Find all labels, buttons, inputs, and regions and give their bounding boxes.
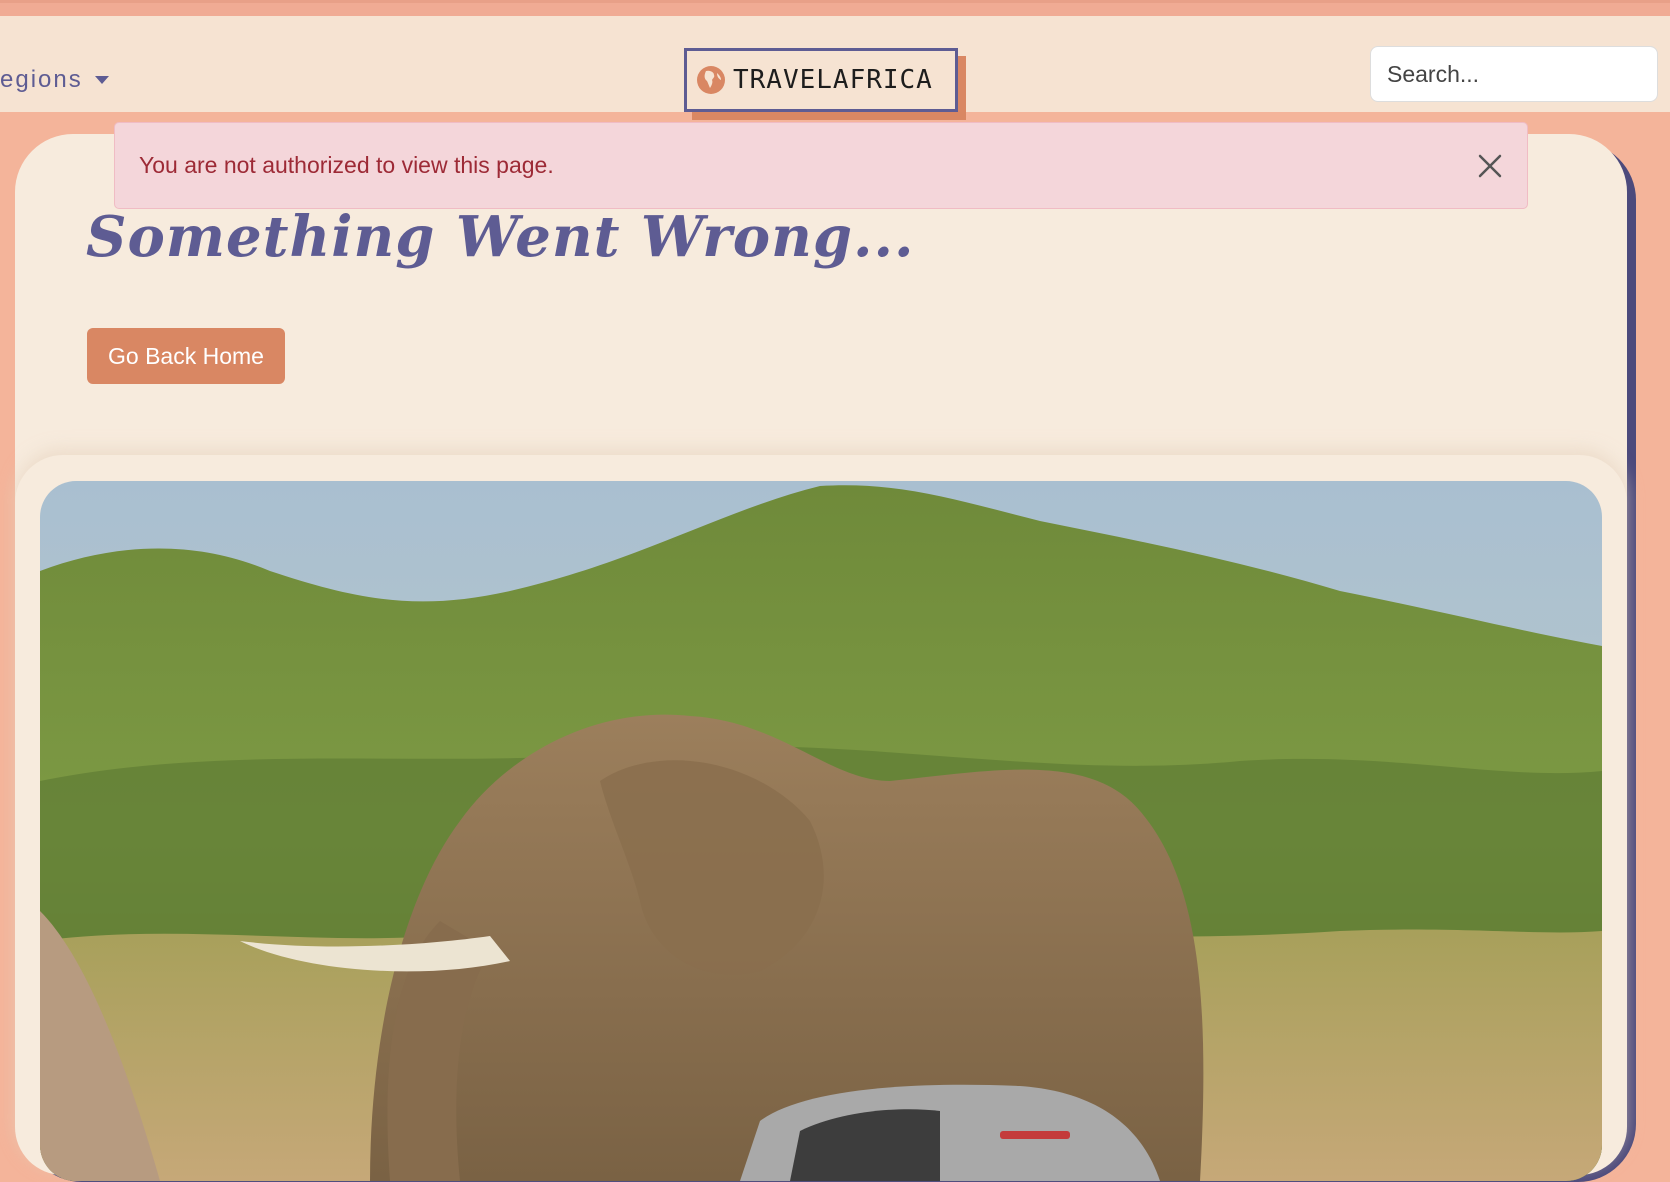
alert-message: You are not authorized to view this page…	[139, 152, 554, 178]
brand-logo[interactable]: TRAVELAFRICA	[684, 48, 966, 120]
elephant-photo	[40, 481, 1602, 1181]
top-strip	[0, 0, 1670, 16]
close-icon[interactable]	[1473, 149, 1507, 183]
elephant-photo-image	[40, 481, 1602, 1181]
globe-africa-icon	[697, 66, 725, 94]
regions-dropdown[interactable]: egions	[0, 66, 109, 94]
regions-dropdown-label: egions	[0, 66, 83, 93]
page-title: Something Went Wrong...	[86, 204, 915, 270]
brand-logo-box: TRAVELAFRICA	[684, 48, 958, 112]
error-alert: You are not authorized to view this page…	[114, 122, 1528, 209]
brand-name: TRAVELAFRICA	[733, 65, 933, 95]
search-input[interactable]	[1370, 46, 1658, 102]
navbar: egions TRAVELAFRICA	[0, 16, 1670, 120]
chevron-down-icon	[94, 76, 109, 84]
go-back-home-button[interactable]: Go Back Home	[87, 328, 285, 384]
